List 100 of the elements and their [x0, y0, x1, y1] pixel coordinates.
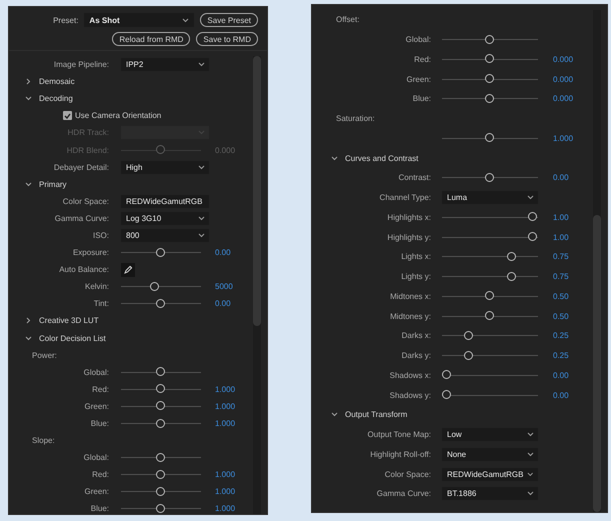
save-preset-button[interactable]: Save Preset: [200, 13, 258, 27]
chevron-icon[interactable]: [25, 95, 32, 102]
slider[interactable]: [442, 291, 538, 302]
section-title[interactable]: Primary: [39, 180, 67, 189]
slider[interactable]: [121, 504, 201, 514]
preset-dropdown[interactable]: As Shot: [84, 13, 194, 27]
slider-thumb[interactable]: [485, 94, 494, 103]
checkbox[interactable]: [63, 111, 72, 120]
slider-thumb[interactable]: [506, 272, 516, 281]
slider[interactable]: [121, 486, 201, 497]
slider-thumb[interactable]: [156, 470, 165, 479]
dropdown[interactable]: Log 3G10: [121, 212, 209, 225]
slider-thumb[interactable]: [485, 133, 494, 142]
slider[interactable]: [442, 54, 538, 64]
value-text: 0.75: [553, 252, 569, 262]
group-label: Saturation:: [336, 114, 375, 124]
slider[interactable]: [121, 384, 201, 394]
slider-thumb[interactable]: [528, 232, 537, 242]
field-label: Image Pipeline:: [52, 60, 109, 70]
slider-thumb[interactable]: [156, 298, 165, 308]
chevron-icon[interactable]: [25, 78, 32, 86]
slider[interactable]: [442, 34, 538, 45]
slider[interactable]: [121, 282, 201, 292]
value-text: 0.00: [553, 390, 569, 400]
dropdown[interactable]: IPP2: [121, 58, 209, 72]
slider-thumb[interactable]: [464, 330, 472, 340]
slider-thumb[interactable]: [156, 486, 165, 496]
slider-thumb[interactable]: [485, 34, 494, 44]
value-text: 1.00: [553, 232, 569, 242]
slider[interactable]: [121, 298, 201, 309]
slider-thumb[interactable]: [150, 282, 160, 291]
section-title[interactable]: Color Decision List: [39, 334, 106, 343]
dropdown[interactable]: REDWideGamutRGB: [442, 468, 538, 481]
reload-button[interactable]: Reload from RMD: [112, 32, 190, 46]
slider-thumb[interactable]: [528, 212, 537, 222]
slider[interactable]: [121, 367, 201, 378]
slider-thumb[interactable]: [485, 54, 494, 64]
scrollbar[interactable]: [253, 56, 261, 514]
slider[interactable]: [121, 401, 201, 412]
slider-thumb[interactable]: [485, 311, 494, 320]
slider-thumb[interactable]: [485, 172, 494, 182]
slider[interactable]: [442, 390, 538, 400]
slider[interactable]: [442, 172, 538, 183]
slider-thumb[interactable]: [464, 350, 472, 360]
slider[interactable]: [121, 452, 201, 463]
slider[interactable]: [442, 330, 538, 341]
section-title[interactable]: Creative 3D LUT: [39, 316, 99, 326]
section-title[interactable]: Demosaic: [39, 77, 75, 86]
field-label: Darks x:: [400, 331, 431, 340]
slider[interactable]: [442, 311, 538, 322]
slider-thumb[interactable]: [156, 504, 165, 513]
slider-thumb[interactable]: [156, 452, 165, 462]
chevron-icon[interactable]: [331, 154, 338, 162]
slider[interactable]: [442, 252, 538, 262]
slider[interactable]: [121, 248, 201, 258]
slider-thumb[interactable]: [442, 370, 451, 380]
value-text: 0.00: [553, 173, 569, 182]
slider-thumb[interactable]: [442, 390, 451, 400]
section-title[interactable]: Output Transform: [345, 410, 408, 420]
dropdown[interactable]: Low: [442, 428, 538, 442]
dropdown[interactable]: Luma: [442, 191, 538, 204]
slider[interactable]: [442, 272, 538, 282]
slider-thumb[interactable]: [506, 252, 516, 261]
caret-icon: [527, 195, 534, 200]
field-label: Channel Type:: [378, 193, 431, 202]
dropdown[interactable]: High: [121, 160, 209, 174]
value-text: 0.25: [553, 351, 569, 360]
slider-thumb[interactable]: [156, 418, 165, 428]
slider-thumb[interactable]: [156, 367, 165, 376]
slider-thumb[interactable]: [485, 74, 494, 84]
dropdown[interactable]: BT.1886: [442, 487, 538, 500]
slider-thumb[interactable]: [156, 248, 165, 257]
chevron-icon[interactable]: [331, 411, 338, 418]
scrollbar[interactable]: [593, 10, 601, 512]
slider[interactable]: [442, 350, 538, 361]
slider[interactable]: [442, 74, 538, 84]
slider-thumb[interactable]: [485, 291, 494, 300]
slider[interactable]: [442, 212, 538, 222]
slider[interactable]: [442, 232, 538, 242]
section-title[interactable]: Decoding: [39, 94, 73, 104]
save-button[interactable]: Save to RMD: [196, 32, 258, 46]
group-label: Slope:: [32, 436, 55, 446]
chevron-icon[interactable]: [25, 334, 32, 342]
section-title[interactable]: Curves and Contrast: [345, 154, 418, 163]
slider[interactable]: [121, 418, 201, 429]
dropdown[interactable]: 800: [121, 228, 209, 242]
field-label: Kelvin:: [84, 282, 109, 292]
value-text: 0.50: [553, 292, 569, 301]
slider-thumb[interactable]: [156, 384, 165, 394]
chevron-icon[interactable]: [25, 180, 32, 188]
slider[interactable]: [442, 370, 538, 380]
eyedropper-button[interactable]: [121, 262, 135, 277]
slider[interactable]: [121, 470, 201, 480]
slider[interactable]: [442, 133, 538, 144]
chevron-icon[interactable]: [25, 317, 32, 324]
slider[interactable]: [442, 94, 538, 104]
slider-thumb[interactable]: [156, 401, 165, 410]
dropdown[interactable]: REDWideGamutRGB: [121, 194, 209, 208]
dropdown[interactable]: None: [442, 448, 538, 461]
value-text: 5000: [215, 282, 233, 292]
